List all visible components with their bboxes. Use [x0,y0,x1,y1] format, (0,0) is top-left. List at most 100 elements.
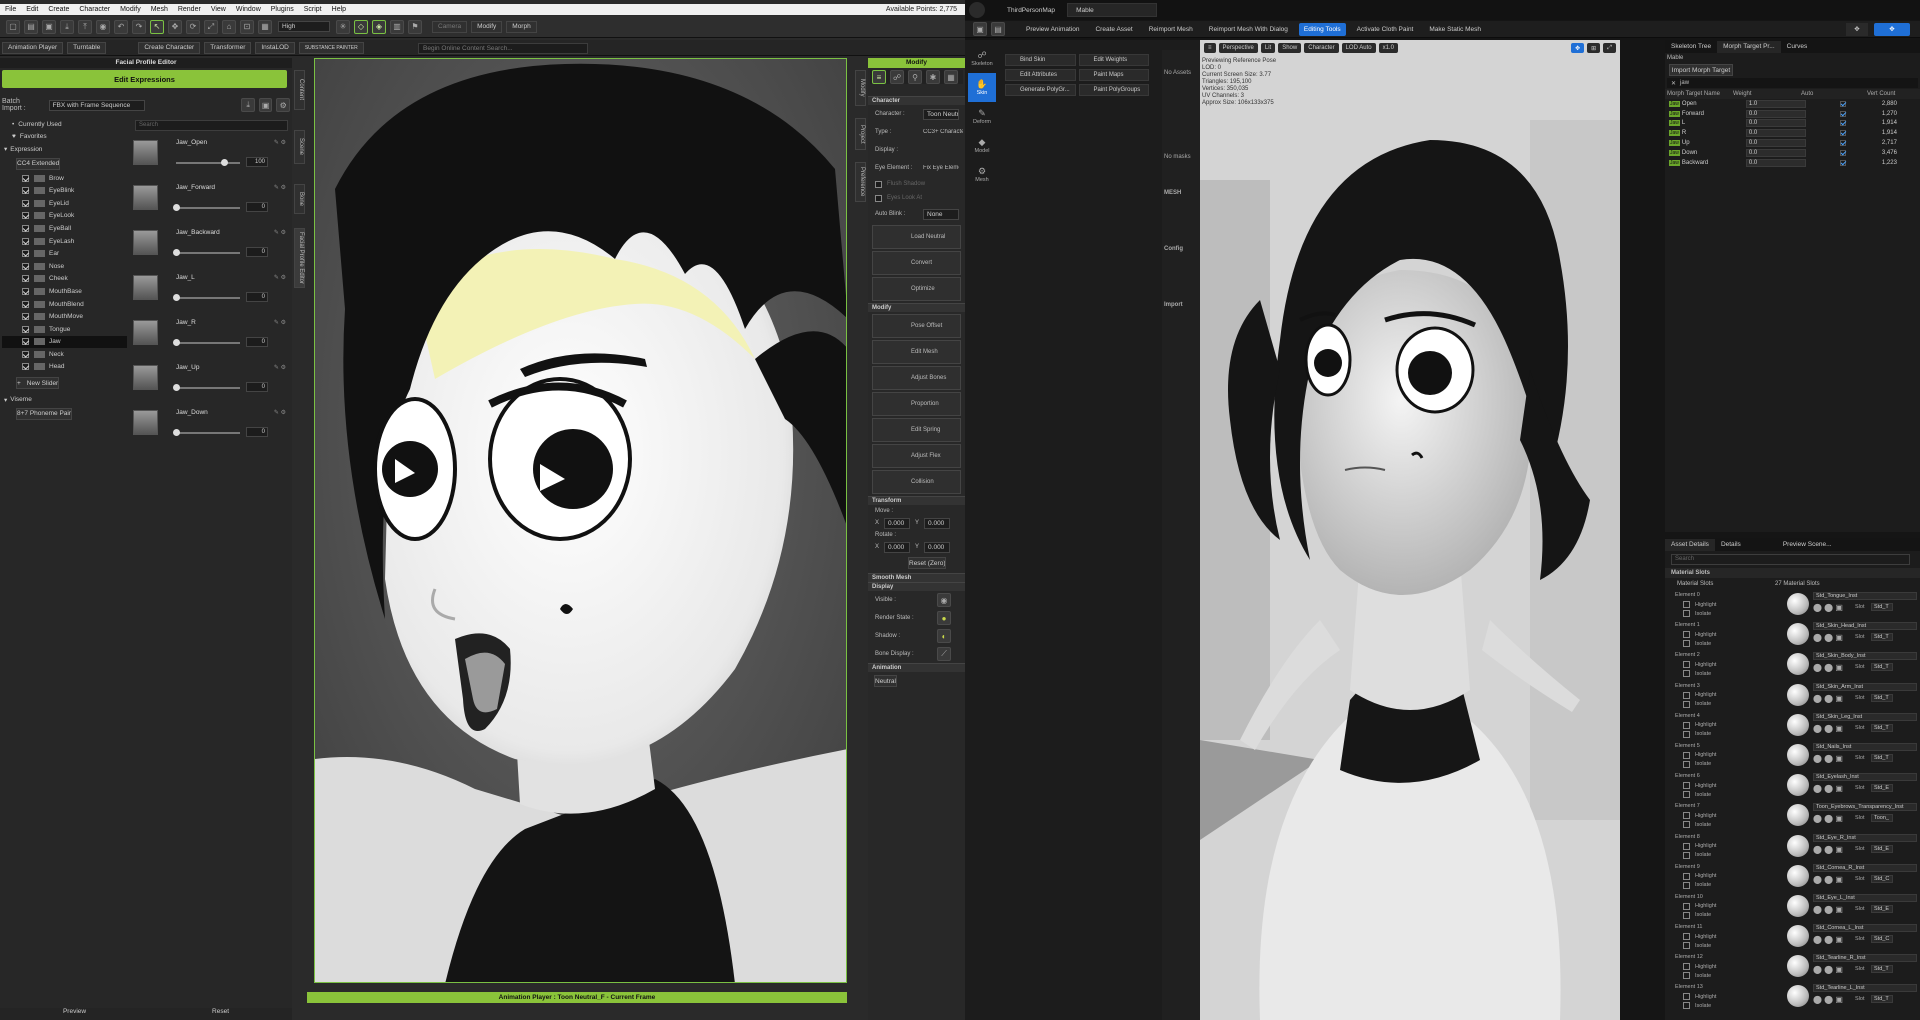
slider-knob[interactable] [173,339,180,346]
highlight-row[interactable]: Highlight [1683,902,1716,910]
isolate-row[interactable]: Isolate [1683,700,1711,708]
slider-track[interactable] [176,159,240,166]
edit-icon[interactable]: ✎ ⚙ [274,409,286,416]
morph-row[interactable]: Jaw Down 0.0 3,476 [1665,148,1920,158]
lit-button[interactable]: Lit [1260,43,1276,53]
checkbox[interactable] [22,338,29,346]
lod-button[interactable]: LOD Auto [1341,43,1376,53]
material-action-icons[interactable]: ⬤ ⬤ ▣ [1813,633,1843,642]
cc4-extended-button[interactable]: CC4 Extended [16,157,61,170]
shadow-icon[interactable]: ◐ [937,629,951,643]
menu-mesh[interactable]: Mesh [151,6,168,13]
render-state-icon[interactable]: ● [937,611,951,625]
slot-name-input[interactable]: Std_T [1871,633,1893,642]
tree-item[interactable]: EyeLid [2,197,127,210]
slider-track[interactable] [173,384,240,391]
slot-name-input[interactable]: Std_C [1871,935,1893,944]
bind-skin-button[interactable]: Bind Skin [1005,54,1076,66]
menu-file[interactable]: File [5,6,16,13]
edit-attributes-button[interactable]: Edit Attributes [1005,69,1076,81]
frame-icon[interactable]: ⊡ [240,19,254,34]
browse-icon[interactable]: ▤ [991,22,1005,36]
checkbox[interactable] [1683,942,1690,950]
checkbox[interactable] [22,174,29,182]
morph-weight-input[interactable]: 0.0 [1745,109,1806,118]
tab-mable[interactable]: Mable [1067,3,1158,17]
slider-track[interactable] [173,339,240,346]
ue-viewport[interactable]: ≡ Perspective Lit Show Character LOD Aut… [1200,40,1620,1020]
slot-name-input[interactable]: Std_C [1871,874,1893,883]
material-slots-section[interactable]: Material Slots [1665,568,1920,578]
menu-plugins[interactable]: Plugins [271,6,294,13]
grid-icon[interactable]: ▦ [258,19,272,34]
checkbox[interactable] [22,212,29,220]
edit-mesh-button[interactable]: Edit Mesh [872,340,961,364]
morph-weight-input[interactable]: 0.0 [1745,119,1806,128]
rotate-y[interactable]: 0.000 [924,541,951,553]
tree-item[interactable]: Neck [2,348,127,361]
cloth-paint-button[interactable]: Activate Cloth Paint [1352,23,1419,36]
checkbox[interactable] [1683,963,1690,971]
character-select[interactable]: Toon Neutral [923,108,959,120]
create-asset-button[interactable]: Create Asset [1090,23,1137,36]
tree-item[interactable]: Cheek [2,273,127,286]
cc-viewport[interactable] [314,58,847,983]
motion-icon[interactable]: ⚲ [908,70,922,84]
material-icon[interactable]: ▦ [944,70,958,84]
select-icon[interactable]: ↖ [150,19,164,34]
tree-item[interactable]: EyeLook [2,210,127,223]
tab-asset-details[interactable]: Asset Details [1665,538,1715,551]
checkbox[interactable] [22,237,29,245]
tree-currently-used[interactable]: • Currently Used [2,118,127,131]
section-display[interactable]: Display [868,582,965,591]
highlight-row[interactable]: Highlight [1683,751,1716,759]
checkbox[interactable] [1683,842,1690,850]
edit-icon[interactable]: ✎ ⚙ [274,184,286,191]
slot-name-input[interactable]: Std_T [1871,663,1893,672]
generate-polygroups-button[interactable]: Generate PolyGr... [1005,84,1076,96]
material-select[interactable]: Std_Skin_Head_Inst [1813,622,1917,631]
slot-name-input[interactable]: Std_T [1871,753,1893,762]
checkbox[interactable] [875,180,882,188]
load-neutral-button[interactable]: Load Neutral [872,225,961,249]
tree-item[interactable]: MouthMove [2,310,127,323]
checkbox[interactable] [22,199,29,207]
checkbox[interactable] [1683,691,1690,699]
bone-icon[interactable]: ⟋ [937,647,951,661]
tree-item[interactable]: MouthBase [2,285,127,298]
paint-maps-button[interactable]: Paint Maps [1078,69,1149,81]
section-transform[interactable]: Transform [868,496,965,505]
batch-import-select[interactable]: FBX with Frame Sequence [48,99,146,111]
isolate-row[interactable]: Isolate [1683,821,1711,829]
material-thumbnail[interactable] [1787,834,1809,857]
slider-knob[interactable] [173,294,180,301]
import-morph-target-button[interactable]: Import Morph Target [1669,64,1733,76]
morph-row[interactable]: Jaw Forward 0.0 1,270 [1665,109,1920,119]
camera-button[interactable]: Camera [432,20,468,33]
material-select[interactable]: Toon_Eyebrows_Transparency_Inst [1813,803,1917,812]
highlight-row[interactable]: Highlight [1683,842,1716,850]
skeleton-mode-icon[interactable]: ✥ [1846,22,1868,36]
light-icon[interactable]: ✳ [336,19,350,34]
visible-icon[interactable]: ◉ [937,593,951,607]
new-icon[interactable]: ▢ [6,19,20,34]
slider-value-input[interactable]: 0 [246,427,268,437]
tab-turntable[interactable]: Turntable [67,41,107,54]
collision-button[interactable]: Collision [872,470,961,494]
highlight-row[interactable]: Highlight [1683,631,1716,639]
save-icon[interactable]: ▣ [42,19,56,34]
material-thumbnail[interactable] [1787,894,1809,917]
slider-value-input[interactable]: 0 [246,202,268,212]
snap-icon[interactable]: ⊞ [1587,43,1601,53]
isolate-row[interactable]: Isolate [1683,881,1711,889]
checkbox[interactable] [1683,601,1690,608]
material-select[interactable]: Std_Eyelash_Inst [1813,773,1917,782]
morph-row[interactable]: Jaw R 0.0 1,914 [1665,128,1920,138]
texture-icon[interactable]: ▥ [390,19,404,34]
auto-checkbox[interactable] [1839,149,1846,156]
highlight-row[interactable]: Highlight [1683,933,1716,941]
edit-icon[interactable]: ✎ ⚙ [274,229,286,236]
material-action-icons[interactable]: ⬤ ⬤ ▣ [1813,845,1843,854]
slider-track[interactable] [173,249,240,256]
redo-icon[interactable]: ↷ [132,19,146,34]
